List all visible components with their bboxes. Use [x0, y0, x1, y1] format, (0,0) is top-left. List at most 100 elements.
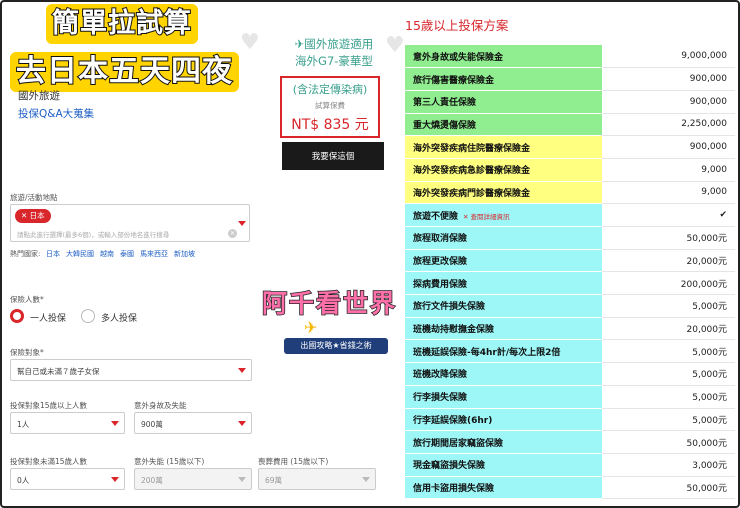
minor-disability-label: 意外失能 (15歲以下): [134, 457, 205, 466]
adult-count-select[interactable]: 1人: [10, 412, 125, 434]
banner-title-line2: 去日本五天四夜: [10, 52, 239, 92]
hot-countries-label: 熱門國家:: [10, 250, 41, 258]
coverage-amount: 5,000元: [602, 362, 735, 386]
chevron-down-icon: [362, 477, 370, 482]
price-box: (含法定傳染病) 試算保費 NT$ 835 元: [280, 76, 380, 138]
details-link[interactable]: ✕ 查閱詳細資訊: [463, 213, 510, 221]
radio-single[interactable]: [10, 309, 24, 323]
plan-table-title: 15歲以上投保方案: [405, 18, 509, 33]
funeral-label: 喪葬費用 (15歲以下): [258, 457, 329, 466]
coverage-name: 現金竊盜損失保險: [405, 453, 602, 477]
table-row: 行李延誤保險(6hr) 5,000元: [405, 408, 735, 432]
blog-logo-tagline: 出國攻略★省錢之術: [284, 338, 388, 354]
people-count-label: 保險人數*: [10, 295, 44, 304]
table-row: 意外身故或失能保險金 9,000,000: [405, 45, 735, 69]
table-row: 旅行期間居家竊盜保險 50,000元: [405, 430, 735, 454]
insured-select[interactable]: 幫自己或未滿７歲子女保: [10, 359, 252, 381]
dropdown-caret-icon[interactable]: [238, 221, 246, 226]
coverage-amount: 5,000元: [602, 294, 735, 318]
table-row: 現金竊盜損失保險 3,000元: [405, 453, 735, 477]
coverage-name: 班機改降保險: [405, 362, 602, 386]
destination-hint: 請點此進行選擇(最多6個)，或輸入部份地名進行搜尋: [17, 231, 170, 239]
hot-country-link[interactable]: 越南: [100, 249, 114, 259]
coverage-name: 行李損失保險: [405, 385, 602, 409]
coverage-name: 海外突發疾病門診醫療保險金: [405, 181, 602, 205]
product-title-line1: ✈國外旅遊適用: [294, 37, 374, 51]
section-title: 國外旅遊: [18, 90, 60, 102]
table-row: 班機劫持慰撫金保險 20,000元: [405, 317, 735, 341]
table-row: 旅行傷害醫療保險金 900,000: [405, 67, 735, 91]
radio-single-label: 一人投保: [30, 314, 67, 324]
coverage-name: 旅行期間居家竊盜保險: [405, 430, 602, 454]
funeral-select: 69萬: [258, 468, 376, 490]
coverage-amount: 2,250,000: [602, 113, 735, 137]
table-row: 信用卡盜用損失保險 50,000元: [405, 476, 735, 500]
minor-count-select[interactable]: 0人: [10, 468, 125, 490]
coverage-name: 班機延誤保險-每4hr計/每次上限2倍: [405, 339, 602, 364]
coverage-name: 旅程更改保險: [405, 249, 602, 273]
coverage-name: 意外身故或失能保險金: [405, 45, 602, 69]
coverage-amount: 900,000: [602, 135, 735, 159]
coverage-amount: 5,000元: [602, 385, 735, 409]
coverage-name: 信用卡盜用損失保險: [405, 476, 602, 500]
destination-tag[interactable]: ✕ 日本: [15, 209, 51, 223]
coverage-amount: 200,000元: [602, 271, 735, 296]
chevron-down-icon: [238, 368, 246, 373]
heart-icon[interactable]: ♥: [240, 30, 260, 55]
destination-label: 旅遊/活動地點: [10, 193, 58, 202]
faq-link[interactable]: 投保Q&A大蒐集: [18, 106, 94, 121]
coverage-amount: 3,000元: [602, 453, 735, 477]
table-row: 旅程更改保險 20,000元: [405, 249, 735, 273]
coverage-amount: 9,000,000: [602, 45, 735, 69]
coverage-name: 探病費用保險: [405, 271, 602, 296]
table-row: 重大燒燙傷保險 2,250,000: [405, 113, 735, 137]
coverage-amount: 50,000元: [602, 226, 735, 250]
check-icon: ✔: [602, 203, 735, 227]
buy-button[interactable]: 我要保這個: [282, 142, 384, 170]
coverage-name: 班機劫持慰撫金保險: [405, 317, 602, 341]
table-row: 班機延誤保險-每4hr計/每次上限2倍 5,000元: [405, 339, 735, 364]
coverage-amount: 9,000: [602, 181, 735, 205]
coverage-amount: 900,000: [602, 90, 735, 114]
banner-title-line1: 簡單拉試算: [46, 4, 198, 44]
table-row: 行李損失保險 5,000元: [405, 385, 735, 409]
product-subtitle: (含法定傳染病): [292, 83, 368, 96]
price-label: 試算保費: [315, 101, 345, 110]
chevron-down-icon: [111, 477, 119, 482]
minor-count-label: 投保對象未滿15歲人數: [10, 457, 88, 466]
accident-label: 意外身故及失能: [134, 401, 187, 410]
minor-disability-select: 200萬: [134, 468, 252, 490]
coverage-amount: 20,000元: [602, 317, 735, 341]
table-row: 旅程取消保險 50,000元: [405, 226, 735, 250]
chevron-down-icon: [111, 421, 119, 426]
product-title-line2: 海外G7-豪華型: [295, 54, 373, 68]
accident-select[interactable]: 900萬: [134, 412, 252, 434]
product-card: ✈國外旅遊適用 海外G7-豪華型: [270, 36, 398, 70]
hot-country-link[interactable]: 馬來西亞: [140, 249, 168, 259]
hot-country-link[interactable]: 大韓民國: [66, 249, 94, 259]
coverage-name: 第三人責任保險: [405, 90, 602, 114]
plan-table: 意外身故或失能保險金 9,000,000 旅行傷害醫療保險金 900,000 第三人責任…: [405, 45, 735, 500]
table-row: 海外突發疾病住院醫療保險金 900,000: [405, 135, 735, 159]
hot-country-link[interactable]: 日本: [46, 249, 60, 259]
coverage-name: 旅行傷害醫療保險金: [405, 67, 602, 91]
coverage-amount: 50,000元: [602, 476, 735, 500]
chevron-down-icon: [238, 477, 246, 482]
hot-country-link[interactable]: 泰國: [120, 249, 134, 259]
coverage-name: 旅行文件損失保險: [405, 294, 602, 318]
destination-field[interactable]: ✕ 日本 請點此進行選擇(最多6個)，或輸入部份地名進行搜尋 ✕: [10, 204, 250, 242]
hot-country-link[interactable]: 新加坡: [174, 249, 195, 259]
table-row: 探病費用保險 200,000元: [405, 271, 735, 296]
coverage-amount: 900,000: [602, 67, 735, 91]
adult-count-label: 投保對象15歲以上人數: [10, 401, 88, 410]
price-value: NT$ 835 元: [291, 117, 369, 133]
table-row: 第三人責任保險 900,000: [405, 90, 735, 114]
radio-multi[interactable]: [81, 309, 95, 323]
coverage-name: 海外突發疾病急診醫療保險金: [405, 158, 602, 182]
chevron-down-icon: [238, 421, 246, 426]
clear-icon[interactable]: ✕: [228, 229, 237, 238]
table-row: 海外突發疾病急診醫療保險金 9,000: [405, 158, 735, 182]
blog-logo: 阿千看世界: [261, 288, 398, 319]
coverage-name: 行李延誤保險(6hr): [405, 408, 602, 432]
coverage-amount: 50,000元: [602, 430, 735, 454]
